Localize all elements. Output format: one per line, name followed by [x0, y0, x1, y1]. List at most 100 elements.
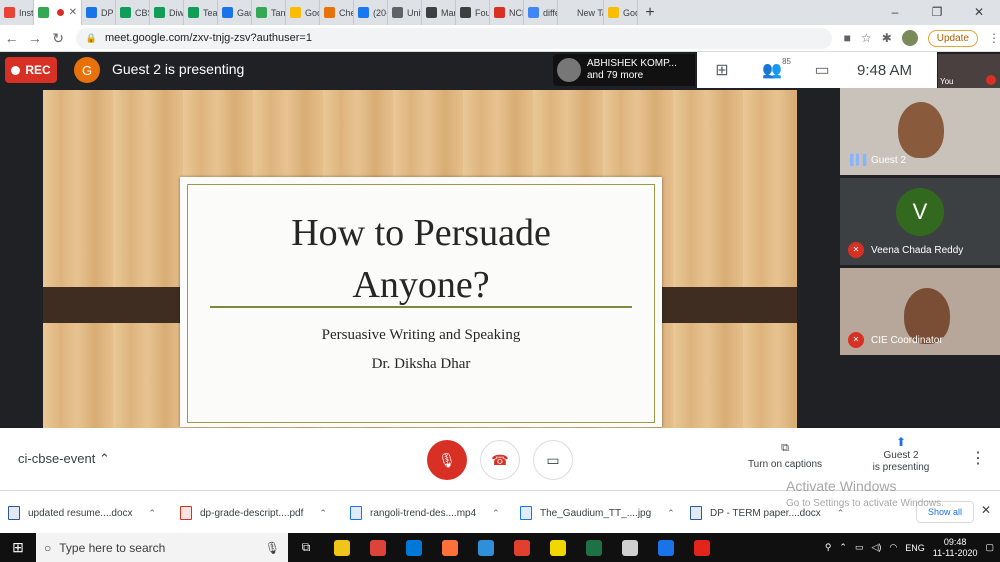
participants-chip[interactable]: ABHISHEK KOMP... and 79 more — [553, 54, 695, 86]
browser-tab[interactable]: Inst — [0, 0, 34, 25]
taskbar-search[interactable]: ○ Type here to search 🎙 — [36, 533, 288, 562]
forward-icon[interactable]: → — [23, 30, 46, 46]
taskbar-app-icon[interactable] — [540, 533, 576, 562]
chevron-up-icon: ⌃ — [98, 451, 110, 466]
browser-tab[interactable]: Teac — [184, 0, 218, 25]
browser-tab[interactable]: DP — [82, 0, 116, 25]
presenting-line1: Guest 2 — [883, 450, 919, 461]
camera-toggle-button[interactable]: ▭ — [533, 440, 573, 480]
notifications-icon[interactable]: ▢ — [985, 542, 994, 553]
back-icon[interactable]: ← — [0, 30, 23, 46]
chat-icon[interactable]: ▭ — [797, 60, 847, 80]
language-indicator[interactable]: ENG — [905, 543, 925, 553]
download-item[interactable]: rangoli-trend-des....mp4 ⌃ — [350, 499, 500, 527]
maximize-button[interactable]: ❐ — [916, 0, 958, 25]
menu-dots-icon[interactable]: ⋮ — [988, 31, 1000, 45]
clock-date: 11-11-2020 — [932, 547, 978, 558]
chevron-up-icon[interactable]: ⌃ — [319, 508, 327, 519]
participant-tile-cie[interactable]: ✕ CIE Coordinator — [840, 268, 1000, 355]
taskbar-app-icon[interactable] — [576, 533, 612, 562]
tab-label: Goo — [305, 7, 319, 18]
leave-call-button[interactable]: ☎ — [480, 440, 520, 480]
download-item[interactable]: dp-grade-descript....pdf ⌃ — [180, 499, 327, 527]
download-item[interactable]: DP - TERM paper....docx ⌃ — [690, 499, 844, 527]
browser-tab[interactable]: Diw — [150, 0, 184, 25]
task-view-icon[interactable]: ⧉ — [288, 533, 324, 562]
reload-icon[interactable]: ↻ — [47, 30, 70, 47]
taskbar-app-icon[interactable] — [324, 533, 360, 562]
browser-tab[interactable]: diffe — [524, 0, 558, 25]
chevron-up-icon[interactable]: ⌃ — [492, 508, 500, 519]
mic-off-icon: ✕ — [848, 242, 864, 258]
chevron-up-icon[interactable]: ⌃ — [837, 508, 845, 519]
browser-tab[interactable]: Goo — [604, 0, 638, 25]
minimize-button[interactable]: – — [874, 0, 916, 25]
chevron-up-icon[interactable]: ⌃ — [149, 508, 157, 519]
browser-tabstrip: Inst ✕ DP CBSI Diw Teac Gau Tani Goo Che (20- Unit M… — [0, 0, 1000, 25]
tab-label: Gau — [237, 7, 251, 18]
file-icon — [180, 506, 192, 520]
participant-name: Guest 2 — [871, 155, 907, 166]
wifi-icon[interactable]: ◠ — [889, 542, 897, 553]
browser-tab[interactable]: Mar — [422, 0, 456, 25]
layout-icon[interactable]: ⊞ — [697, 60, 747, 80]
close-window-button[interactable]: ✕ — [958, 0, 1000, 25]
browser-tab[interactable]: New Tab — [558, 0, 604, 25]
taskbar-app-icon[interactable] — [468, 533, 504, 562]
participant-tile-veena[interactable]: V ✕ Veena Chada Reddy — [840, 178, 1000, 265]
browser-tab[interactable]: Fou — [456, 0, 490, 25]
present-screen-icon: ⬆ — [895, 435, 907, 449]
app-glyph-icon — [370, 539, 386, 556]
browser-tab[interactable]: Goo — [286, 0, 320, 25]
show-all-button[interactable]: Show all — [916, 501, 974, 523]
update-button[interactable]: Update — [927, 29, 978, 47]
mic-off-icon — [986, 75, 996, 85]
taskbar-app-icon[interactable] — [432, 533, 468, 562]
extensions-icon[interactable]: ✱ — [882, 31, 892, 45]
browser-tab[interactable]: Che — [320, 0, 354, 25]
people-icon[interactable]: ⚲ — [825, 542, 832, 553]
file-icon — [350, 506, 362, 520]
participant-name: Veena Chada Reddy — [871, 245, 964, 256]
bookmark-star-icon[interactable]: ☆ — [861, 31, 872, 45]
tab-label: Inst — [19, 7, 34, 18]
browser-tab[interactable]: Unit — [388, 0, 422, 25]
download-item[interactable]: updated resume....docx ⌃ — [8, 499, 156, 527]
system-clock[interactable]: 09:48 11-11-2020 — [933, 537, 978, 559]
tab-label: diffe — [543, 7, 557, 18]
taskbar-app-icon[interactable] — [504, 533, 540, 562]
taskbar-app-icon[interactable] — [612, 533, 648, 562]
self-view-tile[interactable]: You — [938, 54, 1000, 88]
taskbar-app-icon[interactable] — [648, 533, 684, 562]
windows-start-icon[interactable]: ⊞ — [0, 539, 36, 556]
meeting-details-button[interactable]: ci-cbse-event ⌃ — [18, 451, 110, 467]
volume-icon[interactable]: ◁) — [871, 542, 881, 553]
close-shelf-icon[interactable]: ✕ — [981, 503, 991, 517]
browser-tab[interactable]: Gau — [218, 0, 252, 25]
participant-tile-guest2[interactable]: ▌▍▌ Guest 2 — [840, 88, 1000, 175]
taskbar-app-icon[interactable] — [360, 533, 396, 562]
chevron-up-icon[interactable]: ⌃ — [667, 508, 675, 519]
more-options-icon[interactable]: ⋮ — [970, 448, 986, 468]
mic-toggle-button[interactable]: 🎙 — [427, 440, 467, 480]
browser-tab[interactable]: ✕ — [34, 0, 82, 25]
app-glyph-icon — [442, 539, 458, 556]
download-item[interactable]: The_Gaudium_TT_....jpg ⌃ — [520, 499, 675, 527]
download-filename: DP - TERM paper....docx — [710, 507, 821, 519]
browser-tab[interactable]: CBSI — [116, 0, 150, 25]
close-tab-icon[interactable]: ✕ — [69, 7, 77, 18]
browser-tab[interactable]: NCE — [490, 0, 524, 25]
new-tab-button[interactable]: + — [638, 4, 662, 22]
browser-tab[interactable]: (20- — [354, 0, 388, 25]
profile-avatar[interactable] — [901, 30, 918, 46]
url-field[interactable]: 🔒 meet.google.com/zxv-tnjg-zsv?authuser=… — [75, 27, 832, 49]
presenting-button[interactable]: ⬆ Guest 2 is presenting — [862, 436, 940, 474]
taskbar-app-icon[interactable] — [684, 533, 720, 562]
people-icon[interactable]: 👥 85 — [747, 57, 797, 80]
taskbar-app-icon[interactable] — [396, 533, 432, 562]
captions-button[interactable]: ⧉ Turn on captions — [745, 442, 825, 470]
camera-icon[interactable]: ■ — [844, 31, 851, 45]
browser-tab[interactable]: Tani — [252, 0, 286, 25]
tray-arrow-icon[interactable]: ⌃ — [839, 542, 847, 553]
microphone-icon[interactable]: 🎙 — [265, 541, 288, 555]
